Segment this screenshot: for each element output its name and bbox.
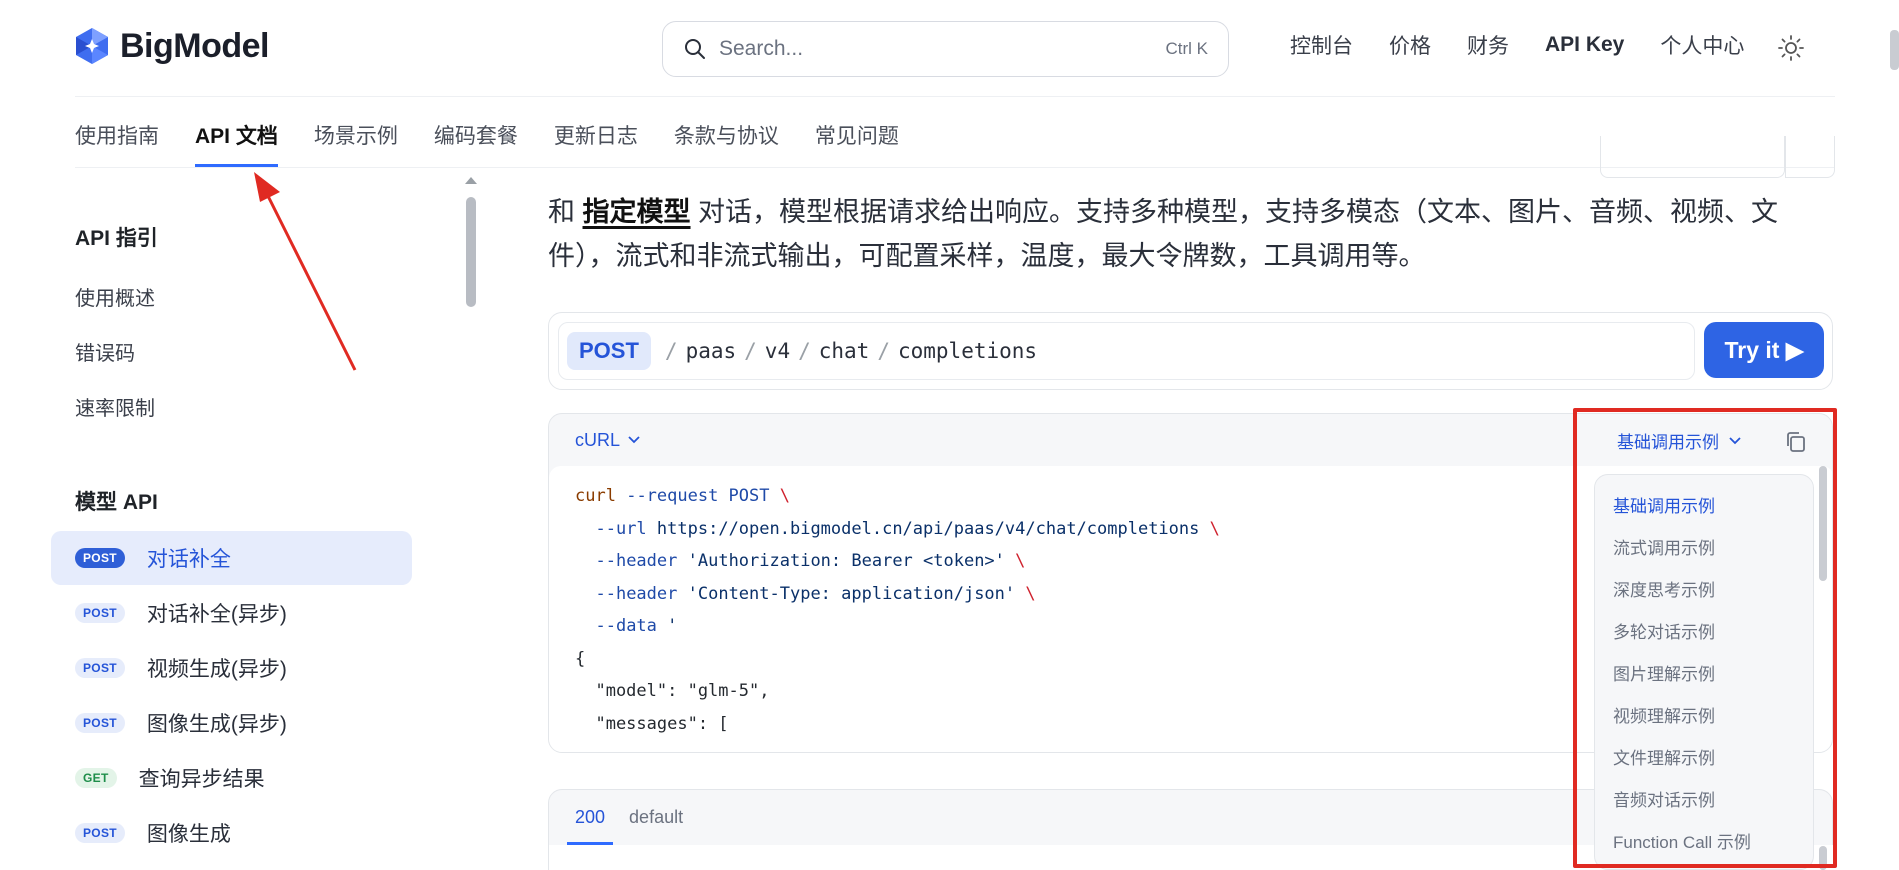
sidebar-item-label: 视频生成(异步) — [146, 658, 287, 681]
path-segment: chat — [818, 339, 870, 363]
method-badge: POST — [75, 658, 125, 678]
sidebar-item-async-image-gen[interactable]: POST 图像生成(异步) — [51, 696, 412, 750]
endpoint-path-box[interactable]: POST / paas / v4 /chat / completions — [558, 322, 1695, 380]
chevron-down-icon — [628, 436, 640, 444]
sidebar-item-video-gen[interactable]: POST 视频生成(异步) — [51, 641, 412, 695]
copy-icon[interactable] — [1784, 430, 1808, 454]
tab-response-default[interactable]: default — [629, 790, 683, 845]
top-nav: 控制台 价格 财务 API Key 个人中心 — [1290, 30, 1744, 60]
scroll-up-arrow-icon[interactable] — [465, 177, 477, 184]
path-segment: completions — [897, 339, 1038, 363]
sidebar-item-rate-limit[interactable]: 速率限制 — [75, 392, 155, 421]
language-select[interactable]: cURL — [575, 430, 640, 451]
example-option[interactable]: 深度思考示例 — [1595, 567, 1813, 609]
try-it-button[interactable]: Try it ▶ — [1704, 322, 1824, 378]
nav-profile[interactable]: 个人中心 — [1660, 30, 1744, 60]
method-badge: POST — [75, 713, 125, 733]
bigmodel-logo-icon — [76, 28, 108, 64]
sidebar-item-overview[interactable]: 使用概述 — [75, 282, 155, 311]
nav-finance[interactable]: 财务 — [1467, 30, 1509, 60]
chevron-down-icon — [1729, 436, 1741, 444]
brand-logo[interactable]: BigModel — [72, 26, 269, 66]
desc-text: 对话，模型根据请求给出响应。支持多种模型，支持多模态（文本、图片、音频、视频、文… — [548, 197, 1779, 271]
sun-icon[interactable] — [1777, 34, 1805, 62]
desc-model-link[interactable]: 指定模型 — [583, 197, 691, 227]
language-label: cURL — [575, 429, 621, 450]
annotation-arrow-icon — [254, 172, 357, 371]
nav-pricing[interactable]: 价格 — [1389, 30, 1431, 60]
sidebar-item-label: 查询异步结果 — [138, 768, 265, 791]
page-actions-box[interactable] — [1600, 136, 1785, 178]
example-option[interactable]: 音频对话示例 — [1595, 777, 1813, 819]
brand-name: BigModel — [120, 26, 269, 65]
example-dropdown-menu: 基础调用示例 流式调用示例 深度思考示例 多轮对话示例 图片理解示例 视频理解示… — [1594, 474, 1814, 870]
sidebar-item-async-chat[interactable]: POST 对话补全(异步) — [51, 586, 412, 640]
desc-prefix: 和 — [548, 197, 583, 227]
method-badge: POST — [75, 548, 125, 568]
sidebar-item-async-result[interactable]: GET 查询异步结果 — [51, 751, 412, 805]
sidebar-item-error-codes[interactable]: 错误码 — [75, 337, 135, 366]
sidebar-item-label: 图像生成 — [146, 823, 231, 846]
dropdown-scrollbar-end[interactable] — [1819, 846, 1827, 870]
search-box[interactable]: Ctrl K — [662, 21, 1229, 77]
sidebar-item-label: 图像生成(异步) — [146, 713, 287, 736]
sidebar-item-image-gen[interactable]: POST 图像生成 — [51, 806, 412, 860]
tab-api-docs[interactable]: API 文档 — [195, 97, 278, 167]
method-badge: POST — [75, 823, 125, 843]
example-option[interactable]: 图片理解示例 — [1595, 651, 1813, 693]
search-shortcut: Ctrl K — [1165, 39, 1209, 58]
tab-response-200[interactable]: 200 — [566, 790, 614, 845]
window-scrollbar[interactable] — [1890, 30, 1899, 70]
tab-coding-plan[interactable]: 编码套餐 — [434, 97, 518, 167]
sidebar-heading-model-api: 模型 API — [75, 491, 158, 514]
sidebar-item-chat-completions[interactable]: POST 对话补全 — [51, 531, 412, 585]
example-option[interactable]: 多轮对话示例 — [1595, 609, 1813, 651]
search-input[interactable] — [719, 37, 1166, 61]
sidebar-heading-api-guide: API 指引 — [75, 227, 158, 250]
example-select[interactable]: 基础调用示例 — [1617, 428, 1741, 453]
example-option[interactable]: 视频理解示例 — [1595, 693, 1813, 735]
sidebar-item-label: 对话补全 — [146, 548, 231, 571]
sidebar-item-label: 对话补全(异步) — [146, 603, 287, 626]
page-actions-menu[interactable] — [1785, 136, 1835, 178]
tab-guide[interactable]: 使用指南 — [75, 97, 159, 167]
example-selected-label: 基础调用示例 — [1617, 433, 1719, 452]
top-header: BigModel Ctrl K 控制台 价格 财务 API Key 个人中心 — [0, 0, 1899, 96]
endpoint-path: / paas / v4 /chat / completions — [664, 339, 1038, 363]
sidebar-scrollbar[interactable] — [466, 197, 476, 307]
dropdown-scrollbar[interactable] — [1819, 466, 1827, 581]
method-badge: GET — [75, 768, 117, 788]
example-option[interactable]: Function Call 示例 — [1595, 819, 1813, 861]
search-icon — [685, 39, 705, 59]
nav-api-key[interactable]: API Key — [1545, 33, 1624, 57]
nav-console[interactable]: 控制台 — [1290, 30, 1353, 60]
endpoint-method: POST — [567, 332, 651, 370]
example-option[interactable]: 流式调用示例 — [1595, 525, 1813, 567]
page-description: 和 指定模型 对话，模型根据请求给出响应。支持多种模型，支持多模态（文本、图片、… — [548, 190, 1808, 278]
endpoint-bar: POST / paas / v4 /chat / completions Try it… — [548, 312, 1833, 390]
method-badge: POST — [75, 603, 125, 623]
example-option[interactable]: 文件理解示例 — [1595, 735, 1813, 777]
tab-scenarios[interactable]: 场景示例 — [314, 97, 398, 167]
path-segment: paas — [685, 339, 737, 363]
path-segment: v4 — [764, 339, 791, 363]
example-option[interactable]: 基础调用示例 — [1595, 483, 1813, 525]
page: BigModel Ctrl K 控制台 价格 财务 API Key 个人中心 — [0, 0, 1899, 870]
